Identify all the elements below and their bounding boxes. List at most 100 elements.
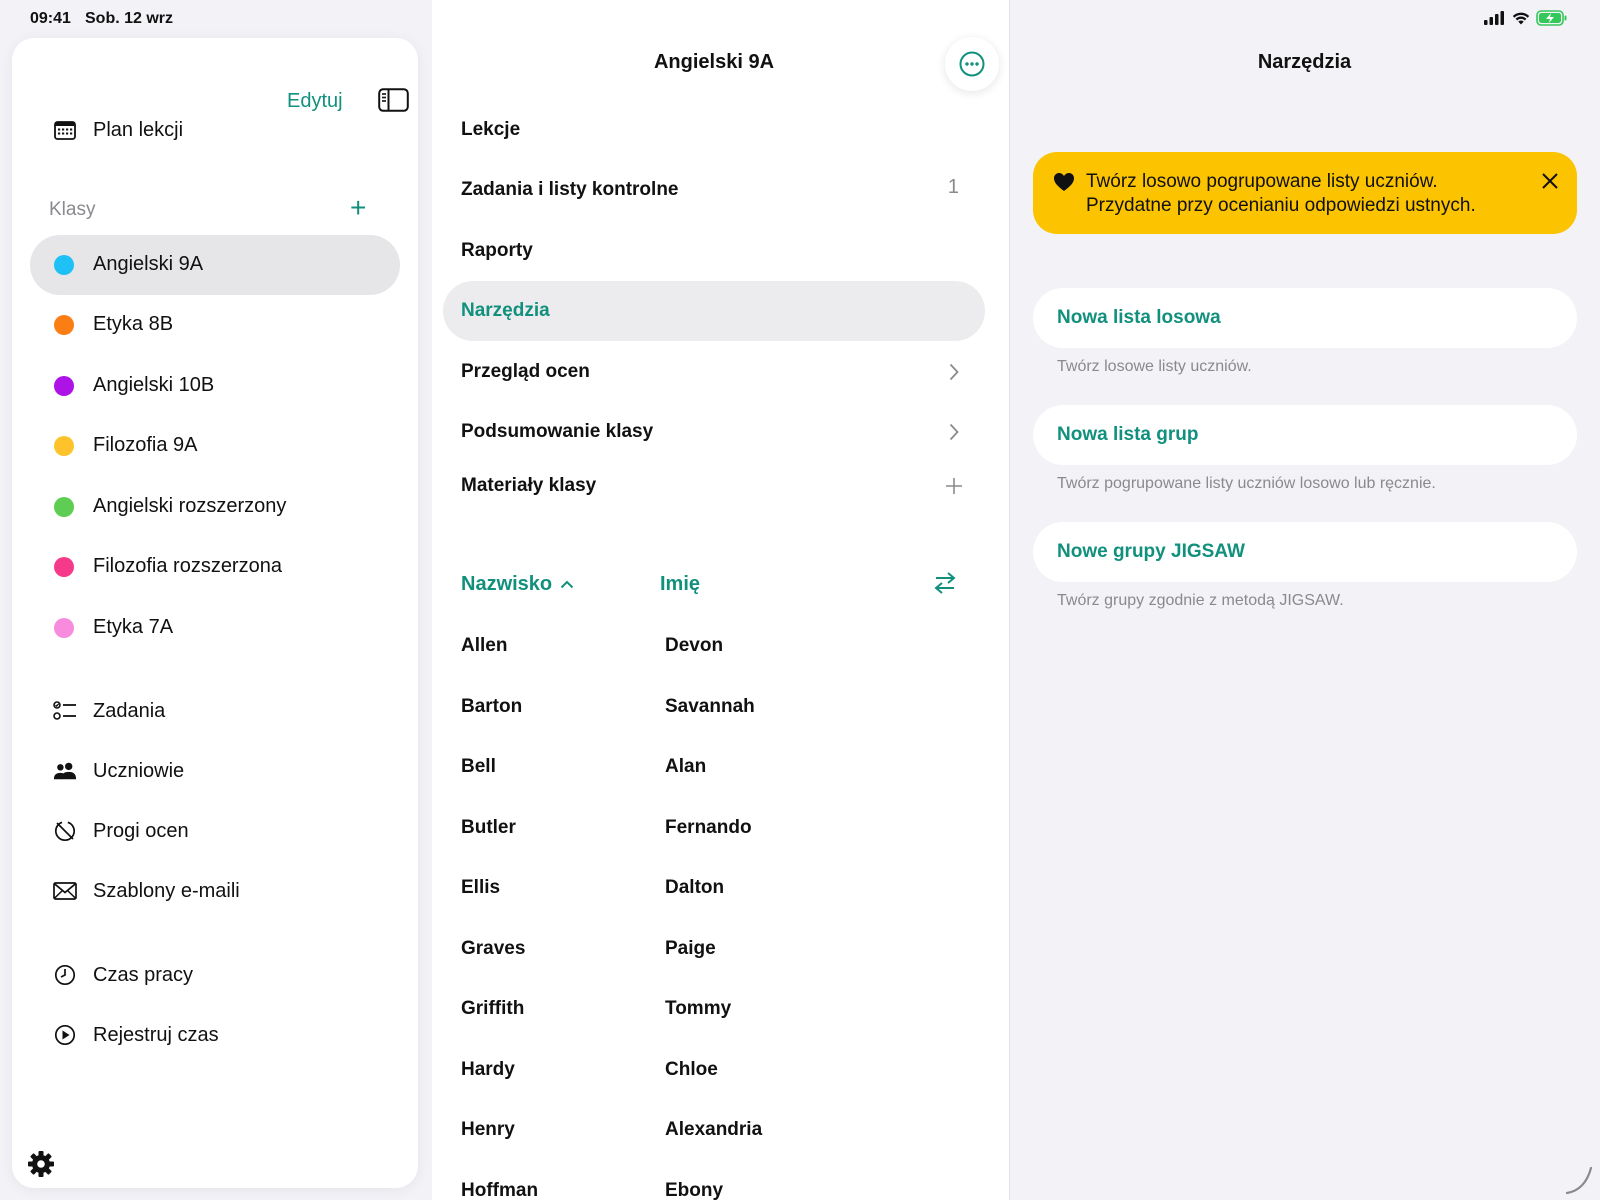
play-circle-icon: [53, 1023, 77, 1047]
sidebar-item-label: Uczniowie: [93, 759, 185, 782]
sidebar-item-tasks[interactable]: Zadania: [12, 681, 402, 741]
sort-by-first-name-button[interactable]: Imię: [660, 573, 700, 596]
sidebar-item-label: Zadania: [93, 699, 166, 722]
student-row[interactable]: Barton Savannah: [461, 696, 966, 756]
sidebar-class-item[interactable]: Etyka 8B: [30, 295, 400, 355]
sidebar-item-schedule[interactable]: Plan lekcji: [12, 100, 402, 160]
student-row[interactable]: Graves Paige: [461, 938, 966, 998]
tasks-icon: [53, 699, 77, 723]
student-first-name: Fernando: [665, 816, 752, 838]
more-options-button[interactable]: [945, 37, 999, 91]
menu-item-label: Materiały klasy: [461, 475, 597, 496]
student-row[interactable]: Hoffman Ebony: [461, 1180, 966, 1200]
settings-gear-icon[interactable]: [26, 1149, 56, 1179]
assignments-count: 1: [947, 176, 959, 198]
scroll-indicator-icon: [1565, 1166, 1593, 1195]
menu-item-grades-overview[interactable]: Przegląd ocen: [443, 342, 985, 402]
class-color-dot: [54, 618, 74, 638]
student-row[interactable]: Bell Alan: [461, 756, 966, 816]
sidebar-item-grade-thresholds[interactable]: Progi ocen: [12, 801, 402, 861]
student-last-name: Henry: [461, 1119, 515, 1140]
class-label: Etyka 7A: [93, 616, 174, 638]
student-row[interactable]: Allen Devon: [461, 635, 966, 695]
clock-icon: [53, 963, 77, 987]
calendar-icon: [53, 118, 77, 142]
student-row[interactable]: Griffith Tommy: [461, 998, 966, 1058]
sidebar-class-item[interactable]: Filozofia 9A: [30, 416, 400, 476]
sidebar-item-email-templates[interactable]: Szablony e-maili: [12, 861, 402, 921]
wifi-icon: [1512, 12, 1530, 25]
student-last-name: Butler: [461, 816, 516, 838]
student-first-name: Paige: [665, 937, 716, 959]
class-title: Angielski 9A: [653, 51, 775, 73]
student-first-name: Tommy: [665, 998, 732, 1019]
sidebar-class-item[interactable]: Angielski 9A: [30, 235, 400, 295]
student-first-name: Dalton: [665, 877, 725, 898]
class-label: Angielski 10B: [93, 374, 215, 396]
student-last-name: Bell: [461, 756, 496, 777]
student-row[interactable]: Hardy Chloe: [461, 1059, 966, 1119]
menu-item-assignments[interactable]: Zadania i listy kontrolne 1: [443, 160, 985, 220]
student-first-name: Alexandria: [665, 1119, 763, 1140]
tool-description: Twórz pogrupowane listy uczniów losowo l…: [1057, 475, 1436, 492]
class-label: Etyka 8B: [93, 313, 174, 335]
student-last-name: Ellis: [461, 877, 501, 898]
sort-last-name-label: Nazwisko: [461, 573, 553, 595]
status-time: 09:41: [30, 10, 71, 27]
menu-item-tools[interactable]: Narzędzia: [443, 281, 985, 341]
menu-item-class-summary[interactable]: Podsumowanie klasy: [443, 402, 985, 462]
tool-label: Nowa lista grup: [1057, 424, 1199, 445]
envelope-icon: [53, 879, 77, 903]
menu-item-class-materials[interactable]: Materiały klasy: [443, 456, 985, 516]
close-icon[interactable]: [1541, 172, 1559, 190]
menu-item-label: Lekcje: [461, 119, 521, 140]
new-random-list-button[interactable]: Nowa lista losowa: [1033, 288, 1577, 348]
tip-text: Twórz losowo pogrupowane listy uczniów. …: [1086, 170, 1476, 218]
tools-title: Narzędzia: [1257, 51, 1352, 73]
student-last-name: Allen: [461, 635, 508, 656]
class-color-dot: [54, 497, 74, 517]
new-jigsaw-groups-button[interactable]: Nowe grupy JIGSAW: [1033, 522, 1577, 582]
chevron-up-icon: [560, 580, 574, 589]
menu-item-lessons[interactable]: Lekcje: [443, 100, 985, 160]
student-row[interactable]: Butler Fernando: [461, 817, 966, 877]
tip-banner: Twórz losowo pogrupowane listy uczniów. …: [1033, 152, 1577, 234]
student-sort-header: Nazwisko Imię: [461, 571, 966, 605]
sort-by-last-name-button[interactable]: Nazwisko: [461, 573, 574, 596]
new-group-list-button[interactable]: Nowa lista grup: [1033, 405, 1577, 465]
status-icons: [1484, 10, 1568, 26]
tool-label: Nowa lista losowa: [1057, 307, 1221, 328]
add-material-icon[interactable]: [945, 477, 963, 495]
chevron-right-icon: [949, 423, 959, 441]
student-last-name: Graves: [461, 937, 526, 959]
sidebar-item-label: Rejestruj czas: [93, 1023, 219, 1046]
sidebar-class-item[interactable]: Etyka 7A: [30, 598, 400, 658]
add-class-icon[interactable]: +: [350, 194, 366, 222]
swap-columns-icon[interactable]: [934, 571, 956, 595]
class-label: Filozofia rozszerzona: [93, 555, 282, 577]
student-last-name: Griffith: [461, 998, 525, 1019]
sidebar-item-label: Progi ocen: [93, 819, 189, 842]
class-color-dot: [54, 255, 74, 275]
menu-item-label: Zadania i listy kontrolne: [461, 179, 679, 200]
sidebar-class-item[interactable]: Filozofia rozszerzona: [30, 537, 400, 597]
tool-label: Nowe grupy JIGSAW: [1057, 541, 1245, 562]
sidebar-class-item[interactable]: Angielski rozszerzony: [30, 477, 400, 537]
tool-description: Twórz grupy zgodnie z metodą JIGSAW.: [1057, 592, 1344, 609]
menu-item-label: Podsumowanie klasy: [461, 421, 654, 442]
menu-item-reports[interactable]: Raporty: [443, 221, 985, 281]
student-first-name: Alan: [665, 756, 707, 777]
sidebar-class-item[interactable]: Angielski 10B: [30, 356, 400, 416]
student-row[interactable]: Henry Alexandria: [461, 1119, 966, 1179]
student-row[interactable]: Ellis Dalton: [461, 877, 966, 937]
more-ellipsis-icon: [959, 51, 985, 77]
tip-line-1: Twórz losowo pogrupowane listy uczniów.: [1086, 171, 1438, 192]
chevron-right-icon: [949, 363, 959, 381]
heart-icon: [1054, 173, 1074, 191]
class-label: Angielski rozszerzony: [93, 495, 287, 517]
sidebar-item-work-time[interactable]: Czas pracy: [12, 945, 402, 1005]
sidebar-item-students[interactable]: Uczniowie: [12, 741, 402, 801]
sidebar-item-label: Czas pracy: [93, 963, 194, 986]
sidebar-item-log-time[interactable]: Rejestruj czas: [12, 1005, 402, 1065]
student-first-name: Devon: [665, 635, 724, 656]
